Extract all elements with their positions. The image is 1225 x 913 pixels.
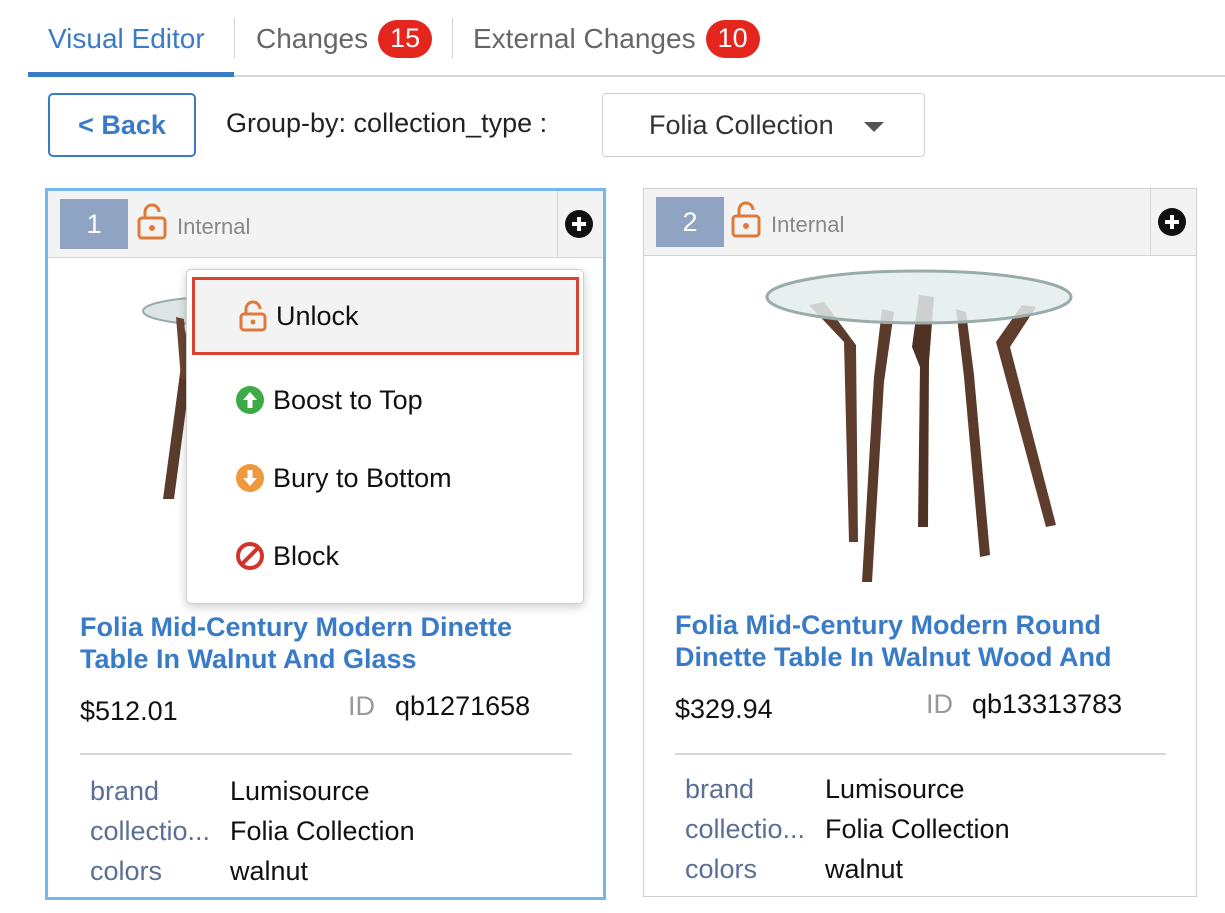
attr-value: Lumisource: [825, 774, 965, 804]
changes-count-badge: 15: [378, 19, 433, 58]
card-header: 1 Internal: [48, 191, 603, 258]
product-action-menu: Unlock Boost to Top Bury to Bottom Block: [186, 269, 584, 604]
menu-item-boost-to-top[interactable]: Boost to Top: [187, 361, 583, 439]
product-image[interactable]: [644, 257, 1197, 597]
tab-label: Visual Editor: [48, 22, 205, 54]
tab-label: External Changes: [473, 22, 696, 54]
attr-value: Lumisource: [230, 776, 370, 806]
divider: [675, 753, 1166, 755]
lock-icon[interactable]: [136, 202, 168, 240]
menu-item-block[interactable]: Block: [187, 517, 583, 595]
groupby-label: Group-by: collection_type :: [226, 108, 548, 138]
card-header: 2 Internal: [644, 189, 1196, 256]
tab-bar: Visual Editor Changes 15 External Change…: [28, 0, 1225, 77]
rank-badge: 2: [656, 197, 724, 247]
menu-item-label: Bury to Bottom: [273, 462, 452, 493]
chevron-down-icon: [864, 122, 884, 132]
attr-key: collectio...: [685, 814, 806, 844]
menu-item-label: Boost to Top: [273, 384, 423, 415]
tab-separator: [452, 18, 453, 58]
tab-separator: [234, 18, 235, 58]
attr-key: collectio...: [90, 816, 211, 846]
arrow-down-circle-icon: [236, 464, 264, 492]
product-title[interactable]: Folia Mid-Century Modern Dinette Table I…: [80, 611, 580, 675]
active-tab-indicator: [28, 72, 234, 77]
menu-item-bury-to-bottom[interactable]: Bury to Bottom: [187, 439, 583, 517]
menu-item-label: Unlock: [276, 300, 359, 331]
attr-value: Folia Collection: [230, 816, 415, 846]
menu-item-label: Block: [273, 540, 340, 571]
product-id-label: ID: [926, 689, 953, 719]
divider: [80, 753, 572, 755]
tab-changes[interactable]: Changes 15: [256, 0, 433, 77]
menu-item-unlock[interactable]: Unlock: [192, 277, 579, 355]
product-id: qb1271658: [395, 691, 531, 721]
arrow-up-circle-icon: [236, 386, 264, 414]
attr-key: brand: [90, 776, 160, 806]
product-price: $329.94: [675, 694, 773, 724]
tab-label: Changes: [256, 22, 369, 54]
product-title[interactable]: Folia Mid-Century Modern Round Dinette T…: [675, 609, 1165, 673]
plus-circle-icon[interactable]: [564, 209, 594, 239]
external-changes-count-badge: 10: [705, 19, 760, 58]
lock-icon[interactable]: [730, 200, 762, 238]
add-action-cell: [1150, 189, 1196, 255]
attr-key: colors: [90, 856, 163, 886]
tab-external-changes[interactable]: External Changes 10: [473, 0, 760, 77]
attr-value: Folia Collection: [825, 814, 1010, 844]
add-action-cell: [557, 191, 603, 257]
unlock-icon: [239, 300, 267, 332]
tab-visual-editor[interactable]: Visual Editor: [48, 0, 205, 77]
attr-value: walnut: [230, 856, 309, 886]
back-button[interactable]: < Back: [48, 93, 196, 157]
product-price: $512.01: [80, 696, 178, 726]
groupby-selected-value: Folia Collection: [649, 109, 834, 140]
attr-key: colors: [685, 854, 758, 884]
product-id: qb13313783: [972, 689, 1123, 719]
block-icon: [236, 542, 264, 570]
product-id-label: ID: [348, 691, 375, 721]
visibility-label: Internal: [177, 214, 251, 239]
visibility-label: Internal: [771, 212, 845, 237]
attr-value: walnut: [825, 854, 904, 884]
rank-badge: 1: [60, 199, 128, 249]
product-card[interactable]: 2 Internal Folia Mid-Century Modern Roun…: [643, 188, 1197, 897]
attr-key: brand: [685, 774, 755, 804]
plus-circle-icon[interactable]: [1157, 207, 1187, 237]
groupby-select[interactable]: Folia Collection: [602, 93, 925, 157]
